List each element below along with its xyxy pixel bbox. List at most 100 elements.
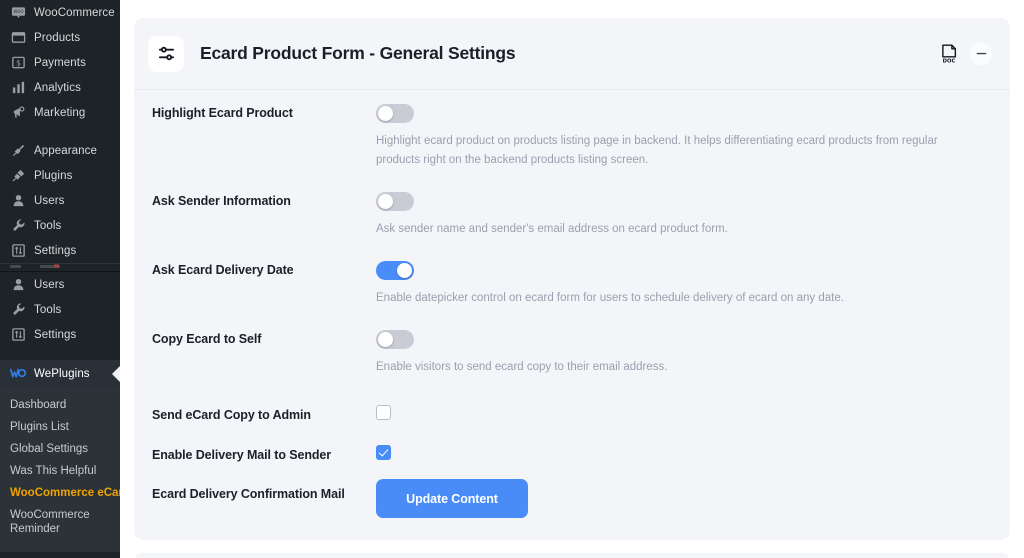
setting-control [376, 444, 992, 465]
ecard-preview-card-header[interactable]: Allow Visitors To View Ecard Preview [134, 553, 1010, 558]
admin-sidebar: WOO WooCommerce Products $ Payments Anal… [0, 0, 120, 558]
enable-delivery-mail-to-sender-checkbox[interactable] [376, 444, 391, 460]
setting-hint: Enable visitors to send ecard copy to th… [376, 361, 668, 373]
sidebar-item-settings-repeat[interactable]: Settings [0, 322, 120, 347]
sidebar-item-appearance[interactable]: Appearance [0, 138, 120, 163]
submenu-arrow-icon [112, 365, 120, 382]
plugins-icon [10, 168, 26, 184]
setting-control: Ask sender name and sender's email addre… [376, 192, 992, 239]
doc-icon[interactable]: DOC [939, 43, 959, 65]
sidebar-item-settings[interactable]: Settings [0, 238, 120, 263]
submenu-item-was-this-helpful[interactable]: Was This Helpful [0, 460, 120, 482]
sidebar-item-label: Marketing [34, 106, 86, 119]
sidebar-item-plugins[interactable]: Plugins [0, 163, 120, 188]
sidebar-item-label: Settings [34, 244, 77, 257]
sidebar-item-products[interactable]: Products [0, 25, 120, 50]
update-content-button[interactable]: Update Content [376, 479, 528, 518]
users-icon [10, 277, 26, 293]
setting-row-ask-sender-information: Ask Sender Information Ask sender name a… [152, 192, 992, 239]
highlight-ecard-product-toggle[interactable] [376, 104, 414, 123]
submenu-item-woocommerce-ecards[interactable]: WooCommerce eCards [0, 482, 120, 504]
setting-hint: Enable datepicker control on ecard form … [376, 292, 844, 304]
sidebar-item-tools-repeat[interactable]: Tools [0, 297, 120, 322]
setting-control: Update Content [376, 479, 992, 518]
settings-icon [10, 243, 26, 259]
submenu-item-plugins-list[interactable]: Plugins List [0, 416, 120, 438]
sidebar-item-label: Settings [34, 328, 77, 341]
sidebar-item-label: Users [34, 278, 65, 291]
sidebar-item-label: Analytics [34, 81, 81, 94]
ask-ecard-delivery-date-toggle[interactable] [376, 261, 414, 280]
settings-icon [10, 327, 26, 343]
general-settings-card-header[interactable]: Ecard Product Form - General Settings DO… [134, 18, 1010, 90]
sliders-icon [148, 35, 184, 72]
setting-label: Highlight Ecard Product [152, 106, 293, 120]
sidebar-item-weplugins[interactable]: WePlugins [0, 360, 120, 387]
copy-ecard-to-self-toggle[interactable] [376, 330, 414, 349]
setting-row-send-ecard-copy-to-admin: Send eCard Copy to Admin [152, 399, 992, 430]
setting-row-enable-delivery-mail-to-sender: Enable Delivery Mail to Sender [152, 439, 992, 470]
setting-row-highlight-ecard-product: Highlight Ecard Product Highlight ecard … [152, 104, 992, 170]
setting-label: Ask Sender Information [152, 194, 291, 208]
sidebar-item-label: WePlugins [34, 367, 90, 380]
general-settings-body: Highlight Ecard Product Highlight ecard … [134, 90, 1010, 540]
sidebar-item-label: Tools [34, 219, 62, 232]
ecard-preview-card: Allow Visitors To View Ecard Preview [134, 553, 1010, 558]
sidebar-item-analytics[interactable]: Analytics [0, 75, 120, 100]
page-title: Ecard Product Form - General Settings [200, 43, 516, 63]
setting-label: Copy Ecard to Self [152, 332, 262, 346]
tools-icon [10, 218, 26, 234]
sidebar-item-label: Tools [34, 303, 62, 316]
payments-icon: $ [10, 55, 26, 71]
tools-icon [10, 302, 26, 318]
sidebar-item-label: Products [34, 31, 81, 44]
sidebar-bottom-edge [0, 546, 120, 552]
sidebar-item-label: Payments [34, 56, 86, 69]
svg-text:WOO: WOO [13, 9, 23, 14]
analytics-icon [10, 80, 26, 96]
woocommerce-icon: WOO [10, 5, 26, 21]
submenu-item-woocommerce-reminder[interactable]: WooCommerce Reminder [0, 504, 120, 540]
ask-sender-information-toggle[interactable] [376, 192, 414, 211]
submenu-item-dashboard[interactable]: Dashboard [0, 394, 120, 416]
sidebar-item-label: Appearance [34, 144, 98, 157]
sidebar-item-woocommerce[interactable]: WOO WooCommerce [0, 0, 120, 25]
sidebar-item-marketing[interactable]: Marketing [0, 100, 120, 125]
marketing-icon [10, 105, 26, 121]
setting-control: Enable datepicker control on ecard form … [376, 261, 992, 308]
setting-label: Ecard Delivery Confirmation Mail [152, 487, 345, 501]
sidebar-item-label: WooCommerce [34, 6, 115, 19]
send-ecard-copy-to-admin-checkbox[interactable] [376, 404, 391, 420]
setting-control [376, 404, 992, 425]
sidebar-group-repeat: Users Tools Settings [0, 272, 120, 347]
users-icon [10, 193, 26, 209]
setting-label: Ask Ecard Delivery Date [152, 263, 294, 277]
products-icon [10, 30, 26, 46]
svg-text:$: $ [16, 58, 21, 67]
minus-icon[interactable] [970, 42, 992, 65]
setting-row-copy-ecard-to-self: Copy Ecard to Self Enable visitors to se… [152, 330, 992, 377]
sidebar-divider [0, 125, 120, 138]
appearance-icon [10, 143, 26, 159]
weplugins-logo-icon [10, 366, 26, 382]
submenu-item-global-settings[interactable]: Global Settings [0, 438, 120, 460]
setting-label: Enable Delivery Mail to Sender [152, 447, 332, 462]
setting-hint: Highlight ecard product on products list… [376, 135, 938, 166]
main-content: Ecard Product Form - General Settings DO… [120, 0, 1024, 558]
sidebar-scroll-seam [0, 263, 120, 272]
setting-control: Enable visitors to send ecard copy to th… [376, 330, 992, 377]
setting-hint: Ask sender name and sender's email addre… [376, 223, 728, 235]
sidebar-item-label: Users [34, 194, 65, 207]
sidebar-item-users[interactable]: Users [0, 188, 120, 213]
sidebar-item-payments[interactable]: $ Payments [0, 50, 120, 75]
admin-screen: WOO WooCommerce Products $ Payments Anal… [0, 0, 1024, 558]
setting-control: Highlight ecard product on products list… [376, 104, 992, 170]
card-header-actions: DOC [939, 42, 992, 65]
sidebar-group-site: Appearance Plugins Users Tools Settings [0, 138, 120, 263]
setting-label: Send eCard Copy to Admin [152, 407, 311, 422]
sidebar-item-tools[interactable]: Tools [0, 213, 120, 238]
setting-row-ask-ecard-delivery-date: Ask Ecard Delivery Date Enable datepicke… [152, 261, 992, 308]
sidebar-item-users-repeat[interactable]: Users [0, 272, 120, 297]
sidebar-divider-2 [0, 347, 120, 360]
setting-row-ecard-delivery-confirmation-mail: Ecard Delivery Confirmation Mail Update … [152, 479, 992, 518]
